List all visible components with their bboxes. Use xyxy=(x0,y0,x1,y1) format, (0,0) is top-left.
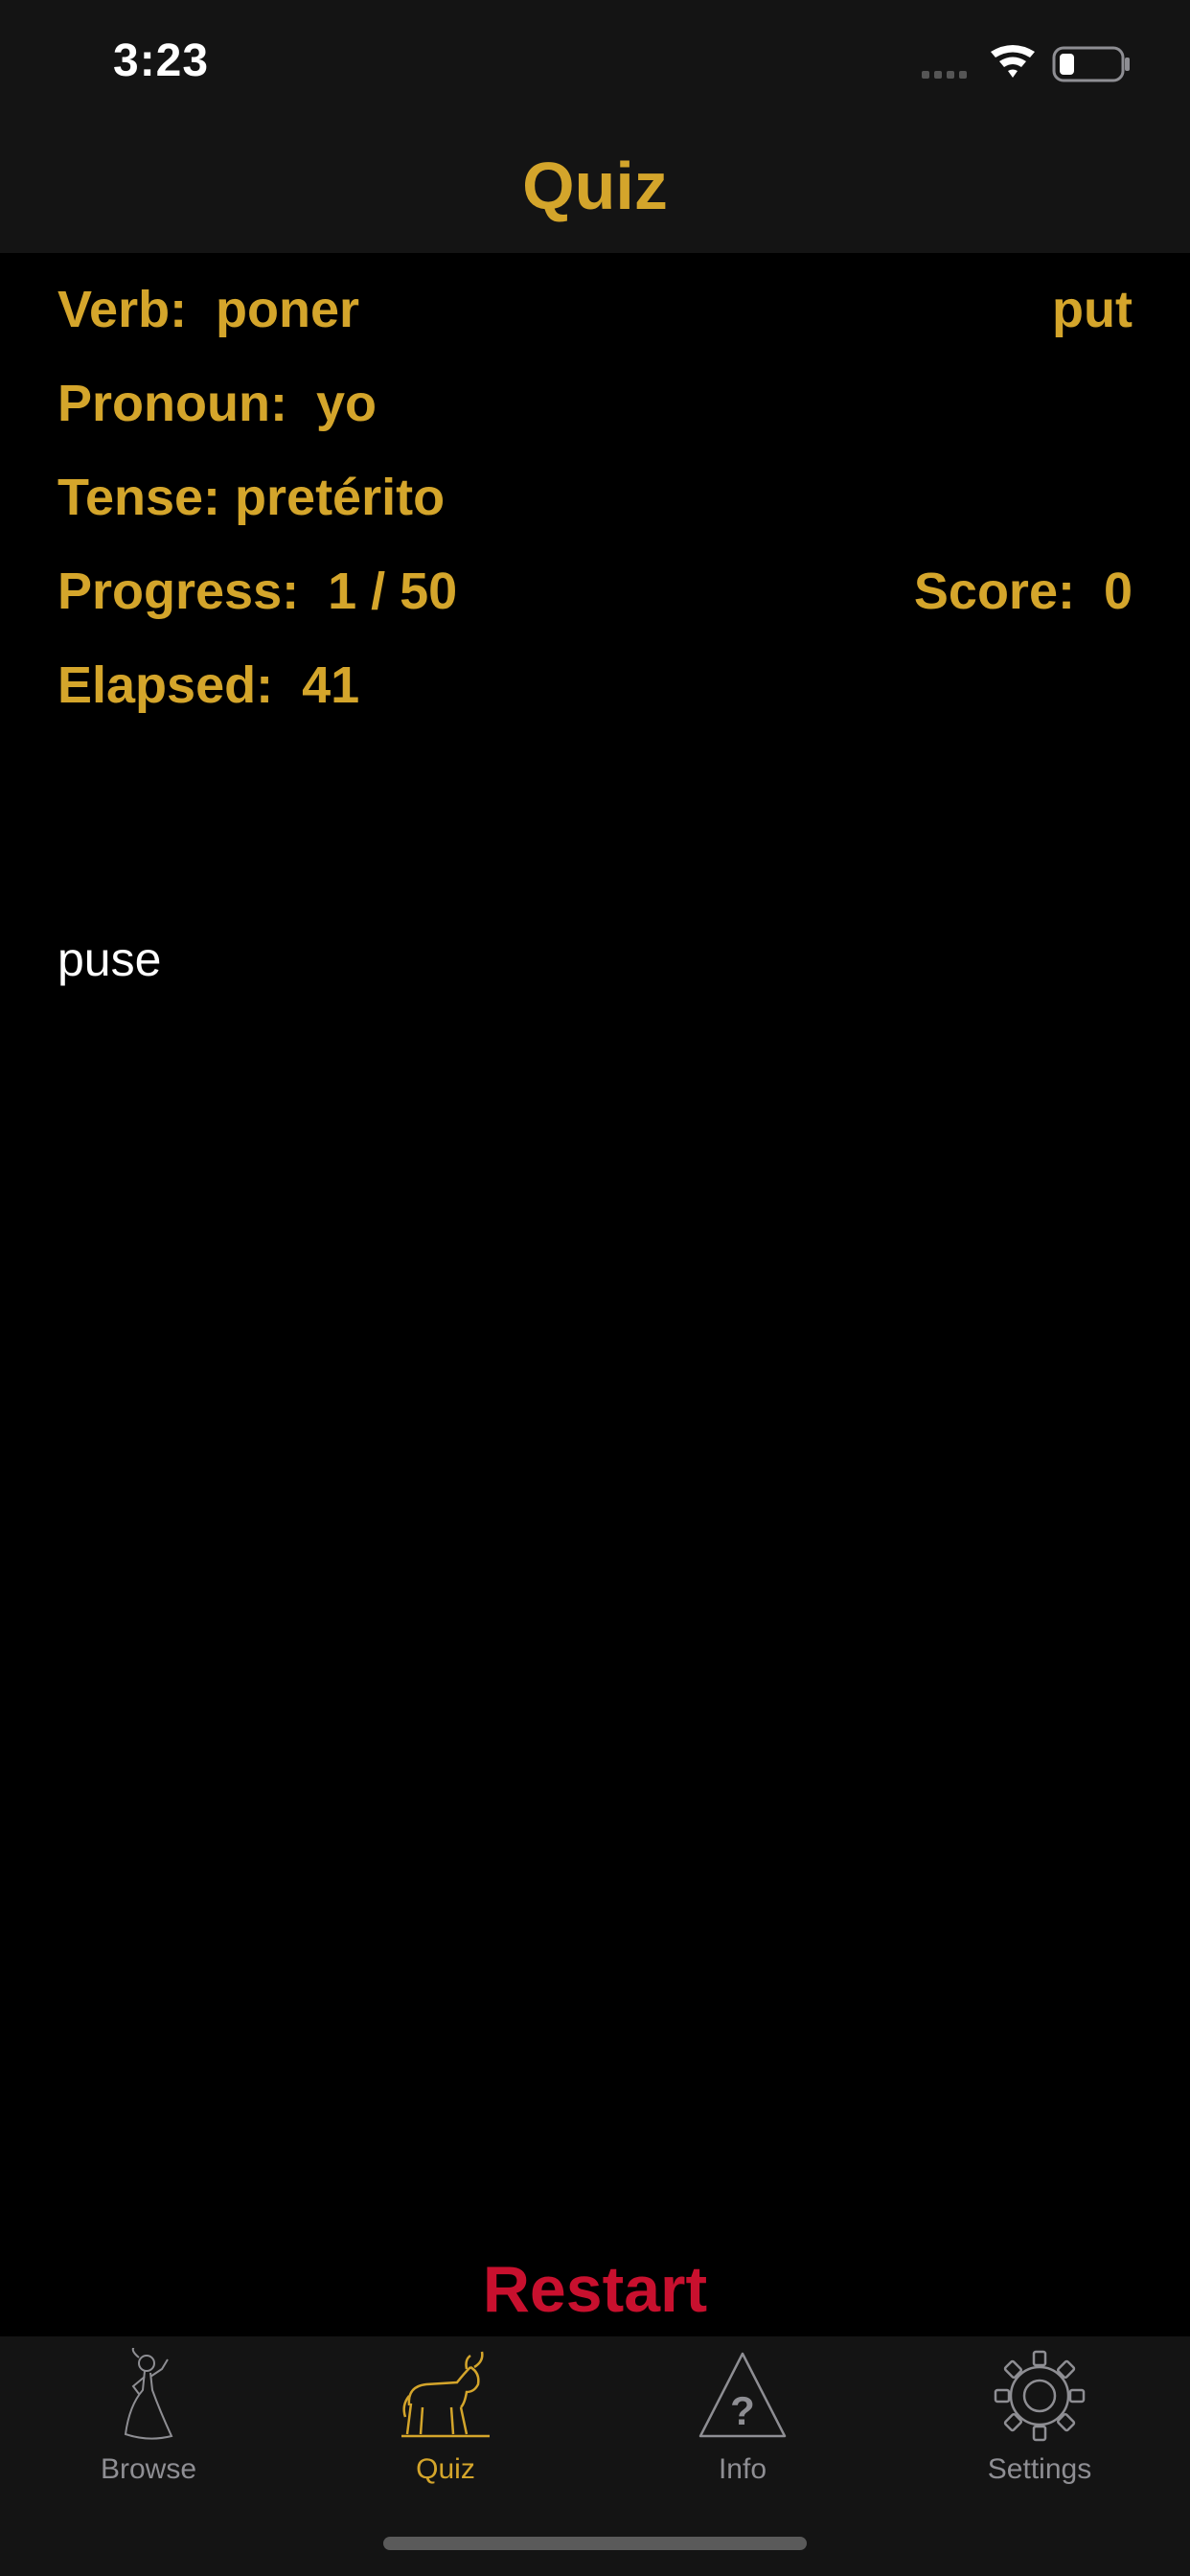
verb-row: Verb: poner put xyxy=(57,280,1133,347)
page-title: Quiz xyxy=(522,149,668,223)
status-time: 3:23 xyxy=(113,35,210,86)
gear-icon xyxy=(994,2350,1086,2442)
progress-row: Progress: 1 / 50 Score: 0 xyxy=(57,562,1133,629)
pronoun-label: Pronoun: yo xyxy=(57,375,377,432)
tab-browse[interactable]: Browse xyxy=(0,2336,297,2499)
elapsed-row: Elapsed: 41 xyxy=(57,656,1133,723)
quiz-content: Verb: poner put Pronoun: yo Tense: preté… xyxy=(0,253,1190,2333)
navigation-bar: Quiz xyxy=(0,128,1190,253)
answer-text: puse xyxy=(57,932,162,986)
tense-row: Tense: pretérito xyxy=(57,468,1133,535)
progress-label: Progress: 1 / 50 xyxy=(57,563,458,620)
verb-translation: put xyxy=(1052,281,1133,338)
status-indicators xyxy=(922,42,1131,88)
dancer-icon xyxy=(124,2348,173,2440)
bull-icon xyxy=(401,2351,490,2438)
tab-quiz-label: Quiz xyxy=(416,2453,475,2485)
wifi-icon xyxy=(991,45,1035,78)
battery-icon xyxy=(1052,46,1130,82)
restart-button[interactable]: Restart xyxy=(0,2252,1190,2327)
verb-label: Verb: poner xyxy=(57,281,360,338)
tab-info-label: Info xyxy=(718,2453,767,2485)
tense-label: Tense: pretérito xyxy=(57,469,446,526)
home-indicator[interactable] xyxy=(383,2537,807,2550)
tab-settings[interactable]: Settings xyxy=(891,2336,1188,2499)
cellular-signal-icon xyxy=(922,71,967,79)
elapsed-label: Elapsed: 41 xyxy=(57,656,360,714)
score-label: Score: 0 xyxy=(913,563,1133,620)
status-bar: 3:23 xyxy=(0,0,1190,128)
tab-browse-label: Browse xyxy=(100,2453,197,2485)
tab-settings-label: Settings xyxy=(987,2453,1092,2485)
warning-question-icon: ? xyxy=(698,2352,787,2438)
svg-text:?: ? xyxy=(730,2388,755,2433)
tab-bar: Browse Quiz ? Info Settings xyxy=(0,2336,1190,2576)
tab-info[interactable]: ? Info xyxy=(594,2336,891,2499)
tab-quiz[interactable]: Quiz xyxy=(297,2336,594,2499)
pronoun-row: Pronoun: yo xyxy=(57,374,1133,441)
